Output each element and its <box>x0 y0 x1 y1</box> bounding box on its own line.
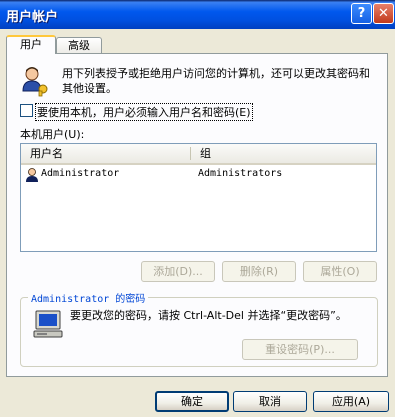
local-users-label: 本机用户(U): <box>20 128 85 141</box>
user-group-cell: Administrators <box>198 168 283 179</box>
require-login-label[interactable]: 要使用本机，用户必须输入用户名和密码(E) <box>35 103 253 121</box>
apply-button[interactable]: 应用(A) <box>313 391 389 412</box>
list-header: 用户名 组 <box>21 144 376 165</box>
add-user-button[interactable]: 添加(D)... <box>141 261 215 282</box>
users-icon <box>22 67 48 97</box>
remove-user-button[interactable]: 删除(R) <box>222 261 296 282</box>
require-login-checkbox[interactable] <box>20 104 33 117</box>
password-group-title: Administrator 的密码 <box>28 290 149 305</box>
computer-icon <box>33 310 63 338</box>
intro-text: 用下列表授予或拒绝用户访问您的计算机，还可以更改其密码和其他设置。 <box>62 67 370 95</box>
reset-password-button[interactable]: 重设密码(P)... <box>242 339 358 360</box>
password-instructions: 要更改您的密码，请按 Ctrl-Alt-Del 并选择“更改密码”。 <box>70 309 347 322</box>
close-button[interactable]: ✕ <box>373 3 394 24</box>
title-bar[interactable]: 用户帐户 ? ✕ <box>0 0 395 29</box>
cancel-button[interactable]: 取消 <box>233 391 307 412</box>
help-button[interactable]: ? <box>351 3 372 24</box>
users-list[interactable]: 用户名 组 Administrator Administrators <box>20 143 377 252</box>
ok-button[interactable]: 确定 <box>155 391 229 412</box>
column-divider[interactable] <box>190 147 191 160</box>
window-title: 用户帐户 <box>6 10 59 25</box>
tab-users[interactable]: 用户 <box>6 35 56 54</box>
tab-advanced[interactable]: 高级 <box>56 37 102 54</box>
properties-button[interactable]: 属性(O) <box>303 261 377 282</box>
column-header-username[interactable]: 用户名 <box>30 144 63 163</box>
table-row[interactable]: Administrator Administrators <box>22 166 375 183</box>
user-icon <box>26 168 38 182</box>
user-name-cell: Administrator <box>41 168 120 179</box>
column-header-group[interactable]: 组 <box>200 144 211 163</box>
